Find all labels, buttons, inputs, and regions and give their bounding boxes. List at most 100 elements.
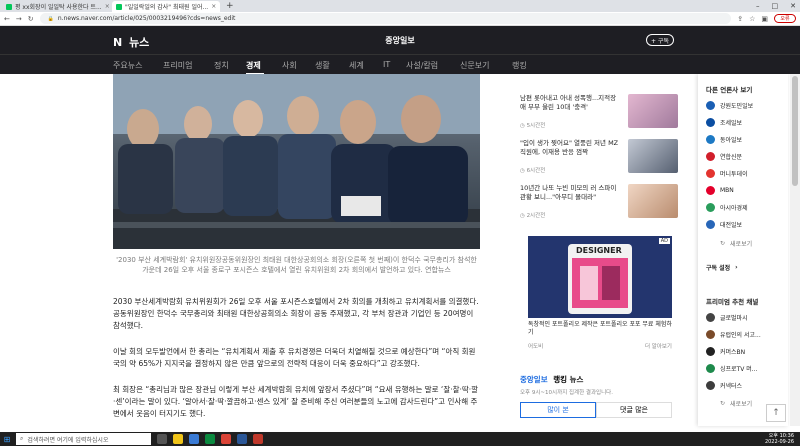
nav-item[interactable]: 신문보기 bbox=[460, 60, 489, 71]
nav-item[interactable]: 사회 bbox=[282, 60, 297, 71]
press-link[interactable]: 강원도민일보 bbox=[706, 98, 753, 112]
chevron-right-icon: › bbox=[735, 263, 738, 271]
press-link[interactable]: 연합신문 bbox=[706, 149, 742, 163]
news-header: N 뉴스 중앙일보 + 구독 bbox=[0, 26, 800, 54]
ad-image[interactable]: DESIGNER AD bbox=[528, 236, 672, 318]
arrow-up-icon: ↑ bbox=[772, 408, 780, 418]
press-link[interactable]: 동아일보 bbox=[706, 132, 742, 146]
category-nav: 주요뉴스 프리미엄 정치 경제 사회 생활 세계 IT 사설/칼럼 신문보기 랭… bbox=[0, 54, 800, 75]
news-title[interactable]: 10년간 나또 누빈 미모의 러 스파이 관황 보니..."아무디 몰대라" bbox=[520, 184, 620, 202]
news-title[interactable]: "입이 생가 찢어요" 열풍린 저년 MZ 직원에, 이재용 반응 껌짝 bbox=[520, 139, 620, 157]
window-controls: – □ ✕ bbox=[756, 0, 796, 12]
word-icon[interactable] bbox=[237, 434, 247, 444]
tab-title: 평 xx회장이 일일탁 사용한다 트... bbox=[15, 4, 102, 11]
browser-tab-2[interactable]: "일일락일의 감사" 최태원 일어... × bbox=[112, 1, 220, 12]
press-link[interactable]: 조세일보 bbox=[706, 115, 742, 129]
article-paragraph: 최 회장은 “총리님과 많은 장관님 이렇게 부산 세계박람회 유치에 앞장서 … bbox=[113, 385, 479, 418]
press-link[interactable]: 머니투데이 bbox=[706, 166, 748, 180]
extensions-icon[interactable]: ▣ bbox=[761, 15, 768, 23]
article-paragraph: 2030 부산세계박람회 유치위원회가 26일 오후 서울 포시즌스호텔에서 2… bbox=[113, 297, 479, 330]
forward-icon[interactable]: → bbox=[16, 15, 22, 23]
news-thumbnail[interactable] bbox=[628, 139, 678, 173]
nav-item[interactable]: 주요뉴스 bbox=[113, 60, 142, 71]
channel-logo-icon bbox=[706, 380, 715, 390]
channel-link[interactable]: 유럽인의 서고... bbox=[706, 327, 761, 341]
nav-item[interactable]: 정치 bbox=[214, 60, 229, 71]
press-name[interactable]: 중앙일보 bbox=[0, 35, 800, 46]
channel-logo-icon bbox=[706, 329, 715, 339]
scroll-to-top-button[interactable]: ↑ bbox=[766, 404, 786, 422]
news-time: ◷ 2시간전 bbox=[520, 213, 546, 219]
scrollbar-thumb[interactable] bbox=[792, 76, 798, 186]
naver-favicon-icon bbox=[116, 3, 122, 10]
nav-item[interactable]: 생활 bbox=[315, 60, 330, 71]
ad-advertiser: 어도비 bbox=[528, 344, 544, 350]
channel-link[interactable]: 글로벌마시 bbox=[706, 310, 748, 324]
reload-icon[interactable]: ↻ bbox=[28, 15, 34, 23]
maximize-icon[interactable]: □ bbox=[772, 2, 779, 10]
taskbar-search-input[interactable]: ⌕ 검색하려면 여기에 입력하십시오 bbox=[16, 433, 151, 445]
nav-item[interactable]: 프리미엄 bbox=[163, 60, 192, 71]
chrome-icon[interactable] bbox=[221, 434, 231, 444]
refresh-icon: ↻ bbox=[720, 239, 726, 247]
minimize-icon[interactable]: – bbox=[756, 2, 760, 10]
ad-brand-text: DESIGNER bbox=[576, 246, 622, 255]
meeting-photo-illustration bbox=[113, 74, 480, 249]
subscribe-button[interactable]: + 구독 bbox=[646, 34, 674, 46]
windows-start-icon[interactable]: ⊞ bbox=[0, 432, 14, 446]
news-title[interactable]: 남편 롯아내고 아내 성폭행...지적장 애 부부 울린 10대 '충격' bbox=[520, 94, 620, 112]
refresh-channel-button[interactable]: ↻ 새로보기 bbox=[720, 396, 752, 410]
bookmark-star-icon[interactable]: ☆ bbox=[749, 15, 755, 23]
system-clock[interactable]: 오후 10:36 2022-09-26 bbox=[765, 433, 794, 445]
refresh-press-button[interactable]: ↻ 새로보기 bbox=[720, 236, 752, 250]
nav-item-active[interactable]: 경제 bbox=[246, 60, 261, 71]
channel-link[interactable]: 싱프로TV 머... bbox=[706, 361, 757, 375]
ranking-header: 중앙일보 랭킹 뉴스 bbox=[520, 374, 680, 385]
taskbar-search-placeholder: 검색하려면 여기에 입력하십시오 bbox=[27, 436, 109, 444]
back-icon[interactable]: ← bbox=[4, 15, 10, 23]
task-view-icon[interactable] bbox=[157, 434, 167, 444]
press-link[interactable]: 아시아경제 bbox=[706, 200, 748, 214]
news-thumbnail[interactable] bbox=[628, 94, 678, 128]
press-logo-icon bbox=[706, 202, 715, 212]
app-icon[interactable] bbox=[253, 434, 263, 444]
ranking-title: 랭킹 뉴스 bbox=[553, 375, 584, 384]
news-thumbnail[interactable] bbox=[628, 184, 678, 218]
ad-text[interactable]: 독창적인 포트폴리오 제작은 포트폴리오 포포 무료 체험하기 bbox=[528, 321, 672, 337]
nav-item[interactable]: 사설/칼럼 bbox=[406, 60, 438, 71]
share-icon[interactable]: ⇪ bbox=[737, 15, 743, 23]
search-icon: ⌕ bbox=[20, 435, 24, 442]
press-logo-icon bbox=[706, 100, 715, 110]
browser-tab-1[interactable]: 평 xx회장이 일일탁 사용한다 트... × bbox=[2, 1, 110, 12]
ad-more-link[interactable]: 더 알아보기 bbox=[645, 342, 672, 350]
profile-button[interactable]: 오류 bbox=[774, 14, 796, 23]
advertisement[interactable]: DESIGNER AD 독창적인 포트폴리오 제작은 포트폴리오 포포 무료 체… bbox=[528, 236, 672, 356]
press-link[interactable]: 대전일보 bbox=[706, 217, 742, 231]
channel-link[interactable]: 커넥터스 bbox=[706, 378, 742, 392]
refresh-icon: ↻ bbox=[720, 399, 726, 407]
close-tab-icon[interactable]: × bbox=[105, 3, 110, 10]
file-explorer-icon[interactable] bbox=[173, 434, 183, 444]
close-tab-icon[interactable]: × bbox=[211, 3, 216, 10]
nav-item[interactable]: IT bbox=[383, 60, 390, 69]
url-input[interactable]: 🔒 n.news.naver.com/article/025/000321949… bbox=[39, 13, 732, 24]
mail-icon[interactable] bbox=[189, 434, 199, 444]
nav-item[interactable]: 랭킹 bbox=[512, 60, 527, 71]
excel-icon[interactable] bbox=[205, 434, 215, 444]
press-logo-icon bbox=[706, 168, 715, 178]
subscription-settings-link[interactable]: 구독 설정 › bbox=[706, 260, 738, 274]
press-logo-icon bbox=[706, 151, 715, 161]
channel-link[interactable]: 커머스BN bbox=[706, 344, 745, 358]
tab-most-viewed[interactable]: 많이 본 bbox=[520, 402, 596, 418]
tab-most-commented[interactable]: 댓글 많은 bbox=[596, 402, 672, 418]
nav-item[interactable]: 세계 bbox=[349, 60, 364, 71]
news-list-item[interactable]: 남편 롯아내고 아내 성폭행...지적장 애 부부 울린 10대 '충격' ◷ … bbox=[520, 94, 680, 132]
news-list-item[interactable]: "입이 생가 찢어요" 열풍린 저년 MZ 직원에, 이재용 반응 껌짝 ◷ 6… bbox=[520, 139, 680, 177]
lock-icon: 🔒 bbox=[47, 15, 54, 22]
ranking-press[interactable]: 중앙일보 bbox=[520, 375, 548, 384]
news-list-item[interactable]: 10년간 나또 누빈 미모의 러 스파이 관황 보니..."아무디 몰대라" ◷… bbox=[520, 184, 680, 222]
close-window-icon[interactable]: ✕ bbox=[790, 2, 796, 10]
press-link[interactable]: MBN bbox=[706, 183, 734, 197]
new-tab-icon[interactable]: + bbox=[226, 1, 234, 12]
browser-tab-bar: 평 xx회장이 일일탁 사용한다 트... × "일일락일의 감사" 최태원 일… bbox=[0, 0, 800, 12]
